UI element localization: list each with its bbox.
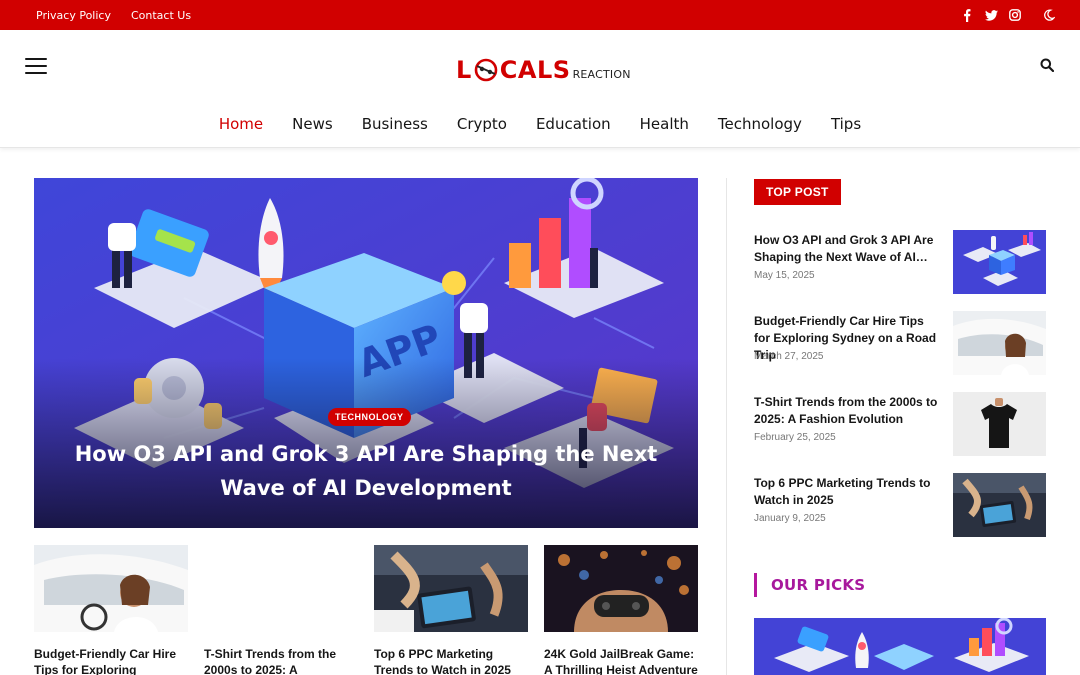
post-thumbnail[interactable]: [34, 545, 188, 632]
logo-letter-l: L: [456, 56, 472, 84]
main-nav: Home News Business Crypto Education Heal…: [0, 106, 1080, 142]
menu-hamburger-icon[interactable]: [25, 58, 47, 74]
post-card[interactable]: Budget-Friendly Car Hire Tips for Explor…: [34, 545, 188, 675]
search-icon[interactable]: [1040, 58, 1056, 74]
twitter-icon[interactable]: [984, 8, 998, 22]
post-thumbnail[interactable]: [204, 545, 358, 632]
featured-post[interactable]: APP TECHNOLOGY How O3 API and Grok 3 API…: [34, 178, 698, 528]
social-links: [960, 0, 1056, 30]
site-logo[interactable]: L CALS REACTION: [456, 50, 630, 90]
top-post-heading: TOP POST: [754, 179, 841, 205]
facebook-icon[interactable]: [960, 8, 974, 22]
top-post-item[interactable]: Top 6 PPC Marketing Trends to Watch in 2…: [754, 473, 1046, 537]
top-post-date: February 25, 2025: [754, 432, 836, 443]
post-card-title[interactable]: T-Shirt Trends from the 2000s to 2025: A…: [204, 647, 358, 675]
our-picks-heading: OUR PICKS: [754, 573, 865, 597]
our-picks-thumbnail[interactable]: [754, 618, 1046, 675]
top-post-title[interactable]: T-Shirt Trends from the 2000s to 2025: A…: [754, 394, 940, 428]
featured-category-badge[interactable]: TECHNOLOGY: [328, 408, 411, 426]
nav-item-crypto[interactable]: Crypto: [457, 106, 507, 142]
top-post-date: March 27, 2025: [754, 351, 824, 362]
post-thumbnail[interactable]: [374, 545, 528, 632]
post-card-title[interactable]: Top 6 PPC Marketing Trends to Watch in 2…: [374, 647, 528, 675]
dark-mode-icon[interactable]: [1042, 8, 1056, 22]
top-post-item[interactable]: How O3 API and Grok 3 API Are Shaping th…: [754, 230, 1046, 294]
post-card[interactable]: 24K Gold JailBreak Game: A Thrilling Hei…: [544, 545, 698, 675]
top-links: Privacy Policy Contact Us: [36, 0, 191, 30]
post-card[interactable]: T-Shirt Trends from the 2000s to 2025: A…: [204, 545, 358, 675]
instagram-icon[interactable]: [1008, 8, 1022, 22]
top-bar: Privacy Policy Contact Us: [0, 0, 1080, 30]
top-post-thumbnail[interactable]: [953, 311, 1046, 375]
top-post-title[interactable]: Top 6 PPC Marketing Trends to Watch in 2…: [754, 475, 940, 509]
featured-title[interactable]: How O3 API and Grok 3 API Are Shaping th…: [74, 437, 658, 505]
post-card-title[interactable]: 24K Gold JailBreak Game: A Thrilling Hei…: [544, 647, 698, 675]
top-post-thumbnail[interactable]: [953, 392, 1046, 456]
nav-item-tips[interactable]: Tips: [831, 106, 861, 142]
privacy-policy-link[interactable]: Privacy Policy: [36, 9, 111, 22]
top-post-date: January 9, 2025: [754, 513, 826, 524]
nav-item-technology[interactable]: Technology: [718, 106, 802, 142]
top-post-thumbnail[interactable]: [953, 230, 1046, 294]
nav-item-health[interactable]: Health: [640, 106, 689, 142]
nav-item-business[interactable]: Business: [362, 106, 428, 142]
top-post-item[interactable]: T-Shirt Trends from the 2000s to 2025: A…: [754, 392, 1046, 456]
top-post-item[interactable]: Budget-Friendly Car Hire Tips for Explor…: [754, 311, 1046, 375]
nav-item-education[interactable]: Education: [536, 106, 611, 142]
post-card[interactable]: Top 6 PPC Marketing Trends to Watch in 2…: [374, 545, 528, 675]
nav-item-news[interactable]: News: [292, 106, 333, 142]
top-post-title[interactable]: How O3 API and Grok 3 API Are Shaping th…: [754, 232, 940, 266]
contact-us-link[interactable]: Contact Us: [131, 9, 191, 22]
logo-main-text: CALS: [499, 56, 571, 84]
top-post-date: May 15, 2025: [754, 270, 815, 281]
site-header: L CALS REACTION Home News Business Crypt…: [0, 30, 1080, 148]
post-card-title[interactable]: Budget-Friendly Car Hire Tips for Explor…: [34, 647, 188, 675]
post-thumbnail[interactable]: [544, 545, 698, 632]
logo-sub-text: REACTION: [572, 67, 631, 81]
nav-item-home[interactable]: Home: [219, 106, 263, 142]
top-post-thumbnail[interactable]: [953, 473, 1046, 537]
logo-ring-icon: [473, 57, 499, 83]
sidebar-divider: [726, 178, 727, 675]
